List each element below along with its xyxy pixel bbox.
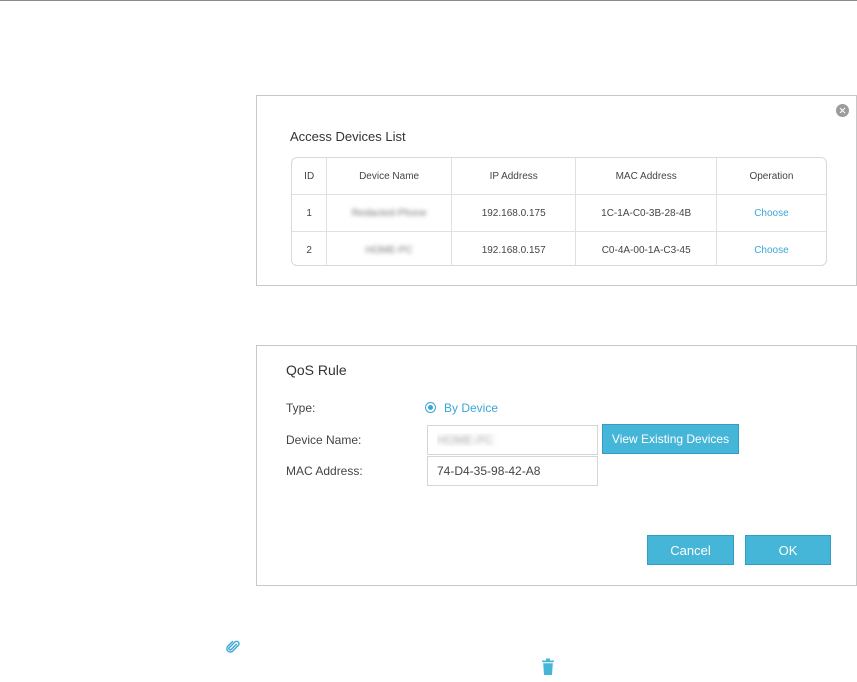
cell-device-name: HOME-PC <box>326 231 452 265</box>
cell-id: 2 <box>292 231 328 265</box>
access-devices-title: Access Devices List <box>290 129 406 144</box>
by-device-radio-label[interactable]: By Device <box>444 401 498 415</box>
device-name-label: Device Name: <box>286 433 362 447</box>
column-header-ip-address: IP Address <box>451 158 577 195</box>
table-header-row: ID Device Name IP Address MAC Address Op… <box>292 158 826 195</box>
cell-mac-address: C0-4A-00-1A-C3-45 <box>575 231 717 265</box>
cell-device-name: Redacted-Phone <box>326 194 452 232</box>
choose-link[interactable]: Choose <box>754 208 788 219</box>
radio-selected-icon[interactable] <box>425 402 436 413</box>
type-label: Type: <box>286 401 316 415</box>
cell-ip-address: 192.168.0.175 <box>451 194 577 232</box>
column-header-mac-address: MAC Address <box>575 158 717 195</box>
paperclip-icon[interactable] <box>226 640 240 654</box>
ok-button[interactable]: OK <box>745 535 831 565</box>
column-header-operation: Operation <box>716 158 826 195</box>
mac-address-field[interactable] <box>427 456 598 486</box>
device-name-field[interactable] <box>427 425 598 455</box>
cell-operation: Choose <box>716 194 826 232</box>
table-row: 2 HOME-PC 192.168.0.157 C0-4A-00-1A-C3-4… <box>292 231 826 266</box>
cell-mac-address: 1C-1A-C0-3B-28-4B <box>575 194 717 232</box>
device-name-text: HOME-PC <box>365 244 413 256</box>
cell-id: 1 <box>292 194 328 232</box>
access-devices-table: ID Device Name IP Address MAC Address Op… <box>291 157 827 266</box>
qos-rule-panel: QoS Rule Type: By Device Device Name: Vi… <box>256 345 857 586</box>
close-icon[interactable] <box>836 104 849 117</box>
mac-address-label: MAC Address: <box>286 464 363 478</box>
choose-link[interactable]: Choose <box>754 245 788 256</box>
column-header-device-name: Device Name <box>326 158 452 195</box>
cell-ip-address: 192.168.0.157 <box>451 231 577 265</box>
cell-operation: Choose <box>716 232 826 266</box>
access-devices-panel: Access Devices List ID Device Name IP Ad… <box>256 95 857 286</box>
trash-icon[interactable] <box>541 658 555 676</box>
cancel-button[interactable]: Cancel <box>647 535 734 565</box>
top-divider <box>0 0 857 1</box>
qos-rule-title: QoS Rule <box>286 362 347 378</box>
device-name-text: Redacted-Phone <box>351 207 427 219</box>
column-header-id: ID <box>292 158 328 195</box>
table-row: 1 Redacted-Phone 192.168.0.175 1C-1A-C0-… <box>292 194 826 232</box>
view-existing-devices-button[interactable]: View Existing Devices <box>602 424 739 454</box>
